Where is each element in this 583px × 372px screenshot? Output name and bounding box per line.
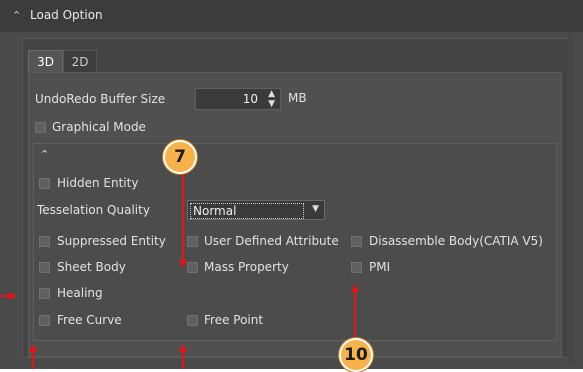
callout-badge-7: 7 xyxy=(163,140,197,174)
callout-arrows xyxy=(0,170,359,369)
callout-badge-10: 10 xyxy=(339,338,373,372)
